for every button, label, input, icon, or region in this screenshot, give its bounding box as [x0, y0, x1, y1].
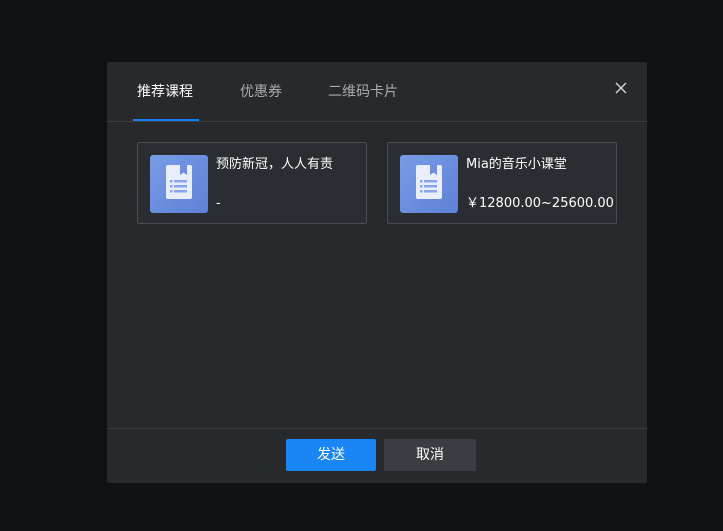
tab-bar: 推荐课程 优惠券 二维码卡片 — [107, 62, 647, 122]
tab-coupons[interactable]: 优惠券 — [240, 83, 282, 101]
document-icon — [166, 165, 192, 199]
active-tab-indicator — [133, 119, 199, 121]
tab-recommended-courses[interactable]: 推荐课程 — [137, 83, 193, 101]
course-card[interactable]: 预防新冠，人人有责 - — [137, 142, 367, 224]
close-icon[interactable] — [611, 78, 631, 98]
course-thumbnail — [400, 155, 458, 213]
course-title: 预防新冠，人人有责 — [216, 157, 334, 172]
tab-qrcode-card[interactable]: 二维码卡片 — [328, 83, 398, 101]
course-card[interactable]: Mia的音乐小课堂 ￥12800.00~25600.00 — [387, 142, 617, 224]
send-dialog: 推荐课程 优惠券 二维码卡片 预防新冠，人人有责 - Mia的音乐小课堂 ￥12… — [107, 62, 647, 483]
dialog-footer: 发送 取消 — [107, 428, 647, 484]
course-price: - — [216, 196, 221, 211]
course-title: Mia的音乐小课堂 — [466, 157, 567, 172]
cancel-button[interactable]: 取消 — [384, 439, 476, 471]
document-icon — [416, 165, 442, 199]
course-thumbnail — [150, 155, 208, 213]
send-button[interactable]: 发送 — [286, 439, 376, 471]
course-price: ￥12800.00~25600.00 — [466, 196, 614, 211]
